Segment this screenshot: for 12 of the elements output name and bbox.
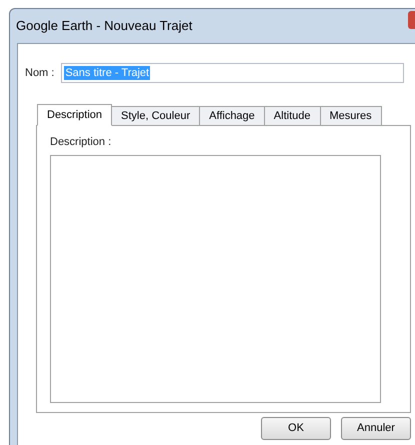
window-title: Google Earth - Nouveau Trajet: [16, 17, 192, 36]
cancel-button[interactable]: Annuler: [341, 417, 411, 440]
tab[interactable]: Affichage: [199, 106, 265, 126]
name-label: Nom :: [25, 66, 54, 81]
ok-button[interactable]: OK: [261, 417, 331, 440]
description-field[interactable]: [50, 154, 381, 402]
tab[interactable]: Style, Couleur: [111, 106, 200, 126]
tab[interactable]: Mesures: [320, 106, 382, 126]
name-value: Sans titre - Trajet: [64, 66, 150, 80]
tab[interactable]: Altitude: [264, 106, 320, 126]
tab[interactable]: Description: [37, 104, 112, 126]
description-label: Description :: [50, 135, 112, 150]
